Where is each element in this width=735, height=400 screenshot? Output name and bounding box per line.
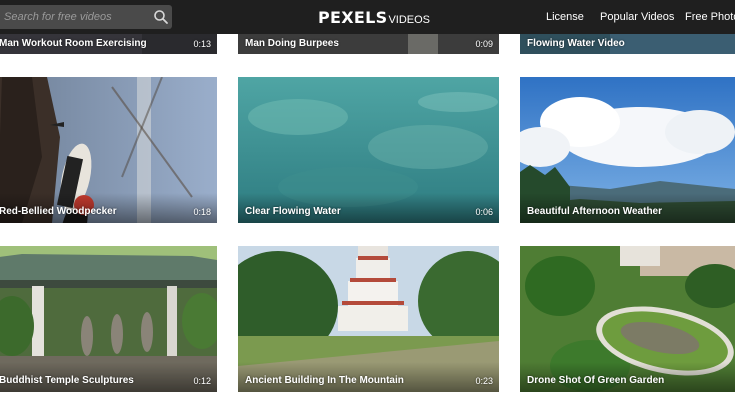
logo-subtitle: VIDEOS	[388, 14, 431, 26]
nav-link-popular-videos[interactable]: Popular Videos	[600, 11, 674, 23]
video-duration: 0:13	[193, 39, 211, 49]
video-duration: 0:06	[475, 207, 493, 217]
video-title: Man Workout Room Exercising	[0, 38, 147, 49]
video-card[interactable]: Ancient Building In The Mountain 0:23	[238, 246, 499, 392]
video-duration: 0:09	[475, 39, 493, 49]
video-card[interactable]: Man Doing Burpees 0:09	[238, 34, 499, 54]
video-title: Flowing Water Video	[527, 38, 625, 49]
nav-link-free-photos[interactable]: Free Photos	[685, 11, 735, 23]
video-card[interactable]: Man Workout Room Exercising 0:13	[0, 34, 217, 54]
video-duration: 0:23	[475, 376, 493, 386]
video-card[interactable]: Buddhist Temple Sculptures 0:12	[0, 246, 217, 392]
video-title: Ancient Building In The Mountain	[245, 375, 404, 386]
video-title: Red-Bellied Woodpecker	[0, 206, 117, 217]
search-input[interactable]	[0, 5, 142, 29]
video-card[interactable]: Beautiful Afternoon Weather	[520, 77, 735, 223]
video-card[interactable]: Flowing Water Video	[520, 34, 735, 54]
video-title: Buddhist Temple Sculptures	[0, 375, 134, 386]
video-title: Clear Flowing Water	[245, 206, 341, 217]
logo-wordmark: PEXELS	[318, 8, 388, 27]
nav-link-license[interactable]: License	[546, 11, 584, 23]
video-title: Drone Shot Of Green Garden	[527, 375, 665, 386]
video-card[interactable]: Clear Flowing Water 0:06	[238, 77, 499, 223]
video-title: Beautiful Afternoon Weather	[527, 206, 663, 217]
search-icon[interactable]	[153, 9, 169, 25]
video-card[interactable]: Red-Bellied Woodpecker 0:18	[0, 77, 217, 223]
top-navigation-bar: PEXELSVIDEOS License Popular Videos Free…	[0, 0, 735, 34]
video-title: Man Doing Burpees	[245, 38, 339, 49]
video-duration: 0:12	[193, 376, 211, 386]
pexels-videos-logo[interactable]: PEXELSVIDEOS	[318, 8, 430, 28]
search-box	[0, 5, 172, 29]
video-card[interactable]: Drone Shot Of Green Garden	[520, 246, 735, 392]
video-duration: 0:18	[193, 207, 211, 217]
